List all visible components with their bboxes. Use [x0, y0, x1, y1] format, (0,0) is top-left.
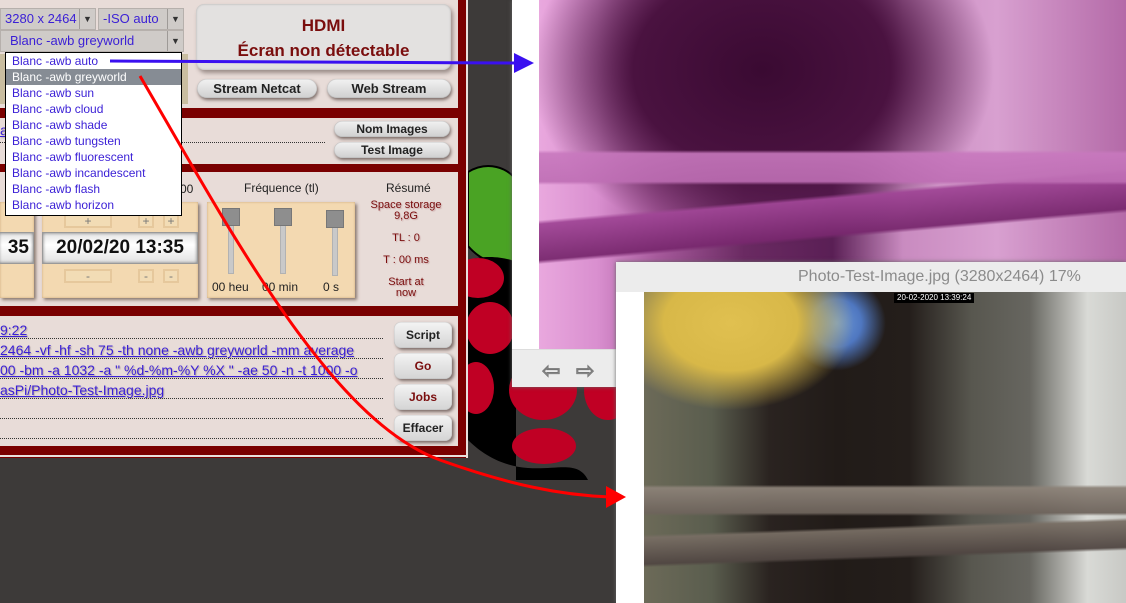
date-plus-button[interactable]: + [64, 214, 112, 228]
storage-value: 9,8G [394, 210, 418, 222]
script-line-rule [0, 398, 383, 399]
chevron-down-icon: ▼ [79, 9, 95, 29]
awb-option-cloud[interactable]: Blanc -awb cloud [6, 101, 181, 117]
partial-header: 00 [180, 182, 194, 196]
script-line-3[interactable]: 00 -bm -a 1032 -a " %d-%m-%Y %X " -ae 50… [0, 362, 358, 378]
effacer-button[interactable]: Effacer [394, 415, 452, 441]
script-line-rule [0, 338, 383, 339]
awb-option-flash[interactable]: Blanc -awb flash [6, 181, 181, 197]
hdmi-status: Écran non détectable [237, 41, 410, 60]
minute-plus-button[interactable]: + [163, 214, 179, 228]
date-minus-button[interactable]: - [64, 269, 112, 283]
frequency-box: 00 heu 00 min 0 s [207, 202, 355, 298]
nom-images-button[interactable]: Nom Images [334, 121, 450, 137]
minutes-slider-label: 00 min [262, 280, 299, 294]
script-line-rule [0, 438, 383, 439]
iso-select[interactable]: -ISO auto ▼ [98, 8, 184, 30]
hdmi-title: HDMI [301, 16, 346, 35]
go-button[interactable]: Go [394, 353, 452, 379]
awb-option-auto[interactable]: Blanc -awb auto [6, 53, 181, 69]
jobs-button[interactable]: Jobs [394, 384, 452, 410]
previous-arrow-icon[interactable]: ⇦ [541, 358, 560, 384]
frequency-title: Fréquence (tl) [244, 181, 319, 195]
awb-option-tungsten[interactable]: Blanc -awb tungsten [6, 133, 181, 149]
panel-bottom-border [0, 455, 468, 457]
chevron-down-icon: ▼ [167, 31, 183, 51]
t-summary: T : 00 ms [383, 254, 429, 266]
test-image-button[interactable]: Test Image [334, 142, 450, 158]
start-summary: Start at now [364, 277, 448, 299]
start-time-display: 35 [0, 232, 34, 264]
end-datetime-display: 20/02/20 13:35 [42, 232, 198, 264]
hours-slider-thumb[interactable] [222, 208, 240, 226]
script-line-2[interactable]: 2464 -vf -hf -sh 75 -th none -awb greywo… [0, 342, 354, 358]
viewer-titlebar[interactable]: Photo-Test-Image.jpg (3280x2464) 17% [616, 262, 1126, 292]
viewer-title: Photo-Test-Image.jpg (3280x2464) 17% [798, 268, 1081, 285]
script-line-1[interactable]: 9:22 [0, 322, 27, 338]
awb-option-fluorescent[interactable]: Blanc -awb fluorescent [6, 149, 181, 165]
awb-option-horizon[interactable]: Blanc -awb horizon [6, 197, 181, 213]
script-line-rule [0, 418, 383, 419]
image-viewer-window-2: Photo-Test-Image.jpg (3280x2464) 17% 20-… [616, 262, 1126, 603]
berry-segment [468, 302, 514, 354]
start-value: now [395, 287, 417, 299]
leaf-icon [468, 165, 517, 265]
next-arrow-icon[interactable]: ⇨ [575, 358, 594, 384]
stream-netcat-button[interactable]: Stream Netcat [197, 79, 317, 98]
script-section: 9:22 2464 -vf -hf -sh 75 -th none -awb g… [0, 316, 458, 446]
web-stream-button[interactable]: Web Stream [327, 79, 451, 98]
script-line-4[interactable]: asPi/Photo-Test-Image.jpg [0, 382, 164, 398]
seconds-slider-label: 0 s [323, 280, 340, 294]
photo-timestamp: 20-02-2020 13:39:24 [894, 293, 975, 303]
hdmi-status-box: HDMI Écran non détectable [196, 4, 451, 70]
awb-option-sun[interactable]: Blanc -awb sun [6, 85, 181, 101]
iso-value: -ISO auto [103, 11, 159, 26]
tl-summary: TL : 0 [392, 232, 420, 244]
awb-option-incandescent[interactable]: Blanc -awb incandescent [6, 165, 181, 181]
resume-title: Résumé [386, 181, 431, 195]
awb-select[interactable]: Blanc -awb greyworld ▼ [0, 30, 184, 52]
chevron-down-icon: ▼ [167, 9, 183, 29]
hour-plus-button[interactable]: + [138, 214, 154, 228]
hour-minus-button[interactable]: - [138, 269, 154, 283]
script-button[interactable]: Script [394, 322, 452, 348]
hours-slider-label: 00 heu [212, 280, 249, 294]
viewer-toolbar: ⇦ ⇨ [512, 349, 622, 387]
awb-dropdown-list[interactable]: Blanc -awb auto Blanc -awb greyworld Bla… [5, 52, 182, 216]
end-time-box: + + + 20/02/20 13:35 - - - [42, 202, 198, 298]
awb-option-shade[interactable]: Blanc -awb shade [6, 117, 181, 133]
script-line-rule [0, 378, 383, 379]
resolution-select[interactable]: 3280 x 2464 ▼ [0, 8, 96, 30]
awb-option-greyworld[interactable]: Blanc -awb greyworld [6, 69, 181, 85]
berry-segment [512, 428, 576, 464]
storage-summary: Space storage 9,8G [364, 200, 448, 222]
minutes-slider-thumb[interactable] [274, 208, 292, 226]
minute-minus-button[interactable]: - [163, 269, 179, 283]
seconds-slider-thumb[interactable] [326, 210, 344, 228]
awb-value: Blanc -awb greyworld [10, 33, 135, 48]
start-time-box: 35 [0, 202, 34, 298]
resolution-value: 3280 x 2464 [5, 11, 77, 26]
photo-preview-awb-greyworld: 20-02-2020 13:39:24 [644, 292, 1126, 603]
script-line-rule [0, 358, 383, 359]
